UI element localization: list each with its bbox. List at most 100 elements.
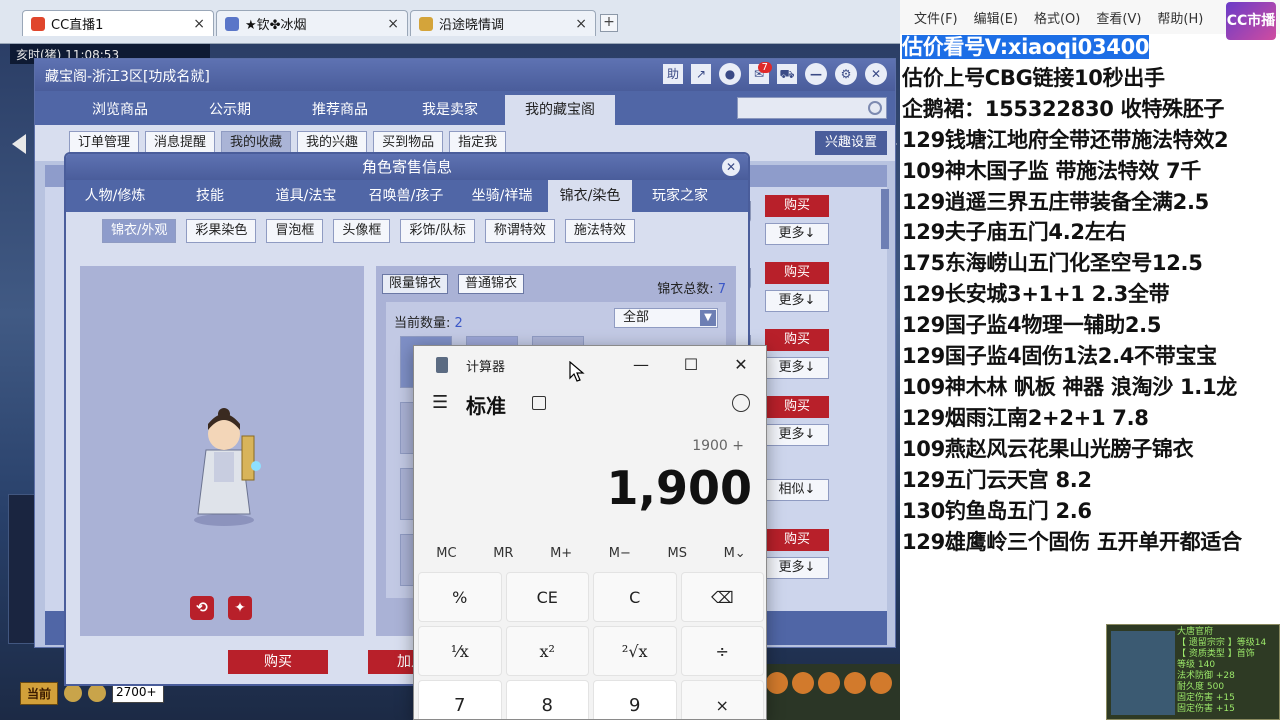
memory-store-button[interactable]: MS — [662, 542, 693, 565]
tab-outfits[interactable]: 锦衣/染色 — [548, 180, 632, 212]
percent-key[interactable]: % — [418, 572, 502, 622]
item-icon[interactable] — [792, 672, 814, 694]
buy-button[interactable]: 购买 — [765, 329, 829, 351]
tab-home[interactable]: 玩家之家 — [632, 180, 728, 212]
pose-icon[interactable]: ✦ — [228, 596, 252, 620]
filter-select[interactable]: 全部 ▼ — [614, 308, 718, 328]
buy-button[interactable]: 购买 — [765, 396, 829, 418]
chat-channel-button[interactable]: 当前 — [20, 681, 59, 705]
tab-skills[interactable]: 技能 — [164, 180, 256, 212]
digit-7-key[interactable]: 7 — [418, 680, 502, 719]
digit-8-key[interactable]: 8 — [505, 680, 589, 719]
more-button[interactable]: 更多↓ — [765, 357, 829, 379]
normal-outfit-button[interactable]: 普通锦衣 — [458, 274, 525, 294]
subtab-cast-effect[interactable]: 施法特效 — [564, 219, 635, 243]
menu-help[interactable]: 帮助(H) — [1149, 8, 1211, 27]
new-tab-button[interactable]: + — [600, 14, 618, 32]
close-icon[interactable]: ✕ — [865, 63, 887, 85]
store-nav-my-store[interactable]: 我的藏宝阁 — [505, 95, 615, 125]
menu-file[interactable]: 文件(F) — [906, 8, 966, 27]
maximize-button[interactable]: ☐ — [668, 352, 714, 378]
close-icon[interactable]: × — [575, 16, 587, 32]
gear-icon[interactable]: ⚙ — [835, 63, 857, 85]
text-line: 130钓鱼岛五门 2.6 — [902, 498, 1092, 523]
subtab-appearance[interactable]: 锦衣/外观 — [102, 219, 177, 243]
rotate-icon[interactable]: ⟲ — [190, 596, 214, 620]
item-icon[interactable] — [844, 672, 866, 694]
store-nav-recommended[interactable]: 推荐商品 — [285, 95, 395, 125]
more-button[interactable]: 更多↓ — [765, 290, 829, 312]
subtab-title-effect[interactable]: 称谓特效 — [484, 219, 555, 243]
close-icon[interactable]: ✕ — [722, 158, 740, 176]
subtab-avatar-frame[interactable]: 头像框 — [333, 219, 391, 243]
buy-button[interactable]: 购买 — [228, 650, 328, 674]
similar-button[interactable]: 相似↓ — [765, 479, 829, 501]
more-button[interactable]: 更多↓ — [765, 557, 829, 579]
memory-clear-button[interactable]: MC — [430, 542, 462, 565]
share-icon[interactable]: ↗ — [691, 64, 711, 84]
backspace-key[interactable]: ⌫ — [680, 572, 764, 622]
hamburger-menu-icon[interactable]: ☰ — [432, 392, 448, 413]
help-button[interactable]: 助 — [663, 64, 683, 84]
buy-button[interactable]: 购买 — [765, 195, 829, 217]
memory-recall-button[interactable]: MR — [487, 542, 519, 565]
browser-tab-cc-live[interactable]: CC直播1 × — [22, 10, 214, 36]
store-nav-seller[interactable]: 我是卖家 — [395, 95, 505, 125]
memory-list-button[interactable]: M⌄ — [718, 542, 752, 565]
chat-input[interactable]: 2700+ — [112, 683, 165, 703]
history-icon[interactable] — [732, 394, 750, 412]
square-root-key[interactable]: ²√x — [593, 626, 677, 676]
calculator-titlebar[interactable]: 计算器 — ☐ ✕ — [414, 346, 766, 384]
minimize-icon[interactable]: — — [805, 63, 827, 85]
close-icon[interactable]: × — [193, 16, 205, 32]
chevron-down-icon[interactable]: ▼ — [700, 310, 716, 326]
multiply-key[interactable]: × — [680, 680, 764, 719]
role-window-titlebar: 角色寄售信息 ✕ — [66, 154, 748, 180]
close-button[interactable]: ✕ — [718, 352, 764, 378]
cart-icon[interactable]: ⛟ — [777, 64, 797, 84]
store-search-input[interactable] — [737, 97, 887, 119]
tab-pets[interactable]: 召唤兽/孩子 — [356, 180, 456, 212]
browser-tab-3[interactable]: 沿途晓情调 × — [410, 10, 596, 36]
notepad-text[interactable]: 估价看号V:xiaoqi03400 估价上号CBG链接10秒出手 企鹅裙：155… — [902, 32, 1278, 557]
microphone-icon[interactable] — [64, 684, 83, 702]
more-button[interactable]: 更多↓ — [765, 223, 829, 245]
tab-mounts[interactable]: 坐骑/祥瑞 — [456, 180, 548, 212]
close-icon[interactable]: × — [387, 16, 399, 32]
square-key[interactable]: x² — [505, 626, 589, 676]
clear-entry-key[interactable]: CE — [505, 572, 589, 622]
reciprocal-key[interactable]: ¹⁄x — [418, 626, 502, 676]
search-icon[interactable] — [868, 101, 882, 115]
digit-9-key[interactable]: 9 — [593, 680, 677, 719]
store-nav-announcement[interactable]: 公示期 — [175, 95, 285, 125]
arrow-left-icon[interactable] — [12, 134, 26, 154]
buy-button[interactable]: 购买 — [765, 262, 829, 284]
tab-items[interactable]: 道具/法宝 — [256, 180, 356, 212]
list-item: 购买 更多↓ — [725, 195, 829, 245]
scrollbar[interactable] — [881, 189, 889, 249]
minimize-button[interactable]: — — [618, 352, 664, 378]
menu-format[interactable]: 格式(O) — [1026, 8, 1088, 27]
item-icon[interactable] — [870, 672, 892, 694]
divide-key[interactable]: ÷ — [680, 626, 764, 676]
store-nav-browse[interactable]: 浏览商品 — [65, 95, 175, 125]
item-icon[interactable] — [766, 672, 788, 694]
menu-view[interactable]: 查看(V) — [1088, 8, 1149, 27]
buy-button[interactable]: 购买 — [765, 529, 829, 551]
keep-on-top-icon[interactable] — [532, 396, 546, 410]
interest-settings-button[interactable]: 兴趣设置 — [814, 131, 887, 155]
tab-character[interactable]: 人物/修炼 — [66, 180, 164, 212]
memory-add-button[interactable]: M+ — [544, 542, 578, 565]
memory-subtract-button[interactable]: M− — [603, 542, 637, 565]
menu-edit[interactable]: 编辑(E) — [966, 8, 1026, 27]
limited-outfit-button[interactable]: 限量锦衣 — [382, 274, 449, 294]
subtab-bubble[interactable]: 冒泡框 — [266, 219, 324, 243]
subtab-dye[interactable]: 彩果染色 — [186, 219, 257, 243]
more-button[interactable]: 更多↓ — [765, 424, 829, 446]
subtab-decor[interactable]: 彩饰/队标 — [400, 219, 475, 243]
record-icon[interactable]: ● — [719, 63, 741, 85]
browser-tab-2[interactable]: ★钦✤冰烟 × — [216, 10, 408, 36]
item-icon[interactable] — [818, 672, 840, 694]
clear-key[interactable]: C — [593, 572, 677, 622]
emoji-icon[interactable] — [88, 684, 107, 702]
